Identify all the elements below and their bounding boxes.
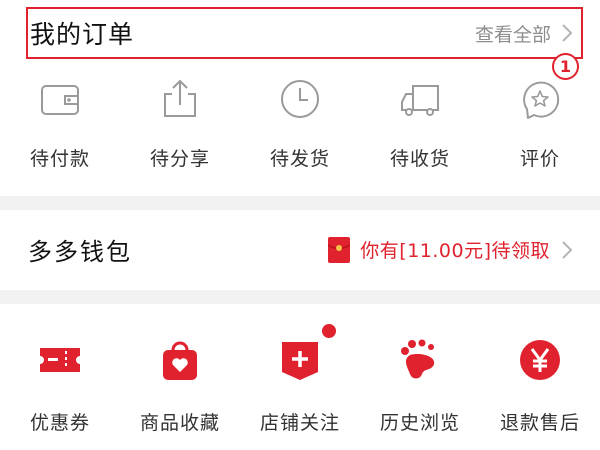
notification-dot [322, 324, 336, 338]
service-followed-stores[interactable]: 店铺关注 [245, 320, 355, 435]
order-status-row: 待付款 待分享 待发货 待收货 评价 [0, 72, 600, 172]
order-pending-receipt[interactable]: 待收货 [370, 72, 470, 171]
wallet-row[interactable]: 多多钱包 你有[11.00元]待领取 [0, 210, 600, 290]
footprint-icon [398, 338, 442, 382]
service-label: 优惠券 [29, 412, 90, 434]
service-refunds[interactable]: 退款售后 [485, 320, 595, 435]
view-all-label: 查看全部 [474, 23, 551, 46]
wallet-icon [41, 85, 79, 115]
coupon-icon [38, 338, 82, 382]
service-label: 退款售后 [499, 412, 580, 434]
service-favorites[interactable]: 商品收藏 [125, 320, 235, 435]
service-label: 店铺关注 [259, 412, 340, 434]
wallet-notice-text: 你有[11.00元]待领取 [360, 240, 550, 262]
wallet-notice[interactable]: 你有[11.00元]待领取 [328, 236, 574, 263]
review-star-icon [523, 81, 560, 119]
order-item-label: 评价 [519, 148, 560, 170]
service-browse-history[interactable]: 历史浏览 [365, 320, 475, 435]
wallet-title: 多多钱包 [28, 238, 132, 266]
favorite-bag-icon [158, 338, 202, 382]
my-orders-title: 我的订单 [30, 20, 135, 49]
store-follow-icon [278, 324, 336, 382]
truck-icon [401, 85, 439, 116]
service-coupons[interactable]: 优惠券 [5, 320, 115, 435]
order-item-label: 待发货 [269, 148, 330, 170]
section-divider [0, 290, 600, 304]
share-icon [164, 79, 196, 117]
service-label: 商品收藏 [139, 412, 220, 434]
my-orders-header[interactable]: 我的订单 查看全部 [26, 7, 583, 59]
red-envelope-icon [328, 236, 351, 263]
order-pending-shipment[interactable]: 待发货 [250, 72, 350, 171]
refund-yen-icon [518, 338, 562, 382]
order-item-label: 待分享 [149, 148, 210, 170]
section-divider [0, 196, 600, 210]
chevron-right-icon [562, 24, 573, 42]
order-item-label: 待收货 [389, 148, 450, 170]
chevron-right-icon [562, 240, 573, 259]
order-review[interactable]: 评价 [490, 72, 590, 171]
order-item-label: 待付款 [29, 148, 90, 170]
order-pending-share[interactable]: 待分享 [130, 72, 230, 171]
service-label: 历史浏览 [379, 412, 460, 434]
services-row: 优惠券 商品收藏 店铺关注 历史浏览 退款售后 [0, 320, 600, 440]
view-all-orders-link[interactable]: 查看全部 [475, 20, 581, 47]
order-pending-payment[interactable]: 待付款 [10, 72, 110, 171]
clock-icon [281, 80, 319, 118]
